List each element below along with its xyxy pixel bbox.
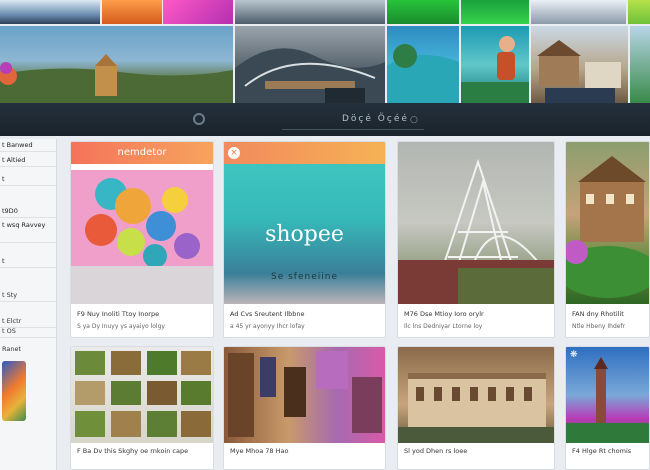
banner-tile[interactable] — [531, 0, 626, 24]
banner-tile-cathedral[interactable] — [235, 26, 385, 103]
sidebar-thumbnail[interactable] — [2, 361, 26, 421]
card-caption: Sl yod Dhen rs loee — [404, 447, 468, 455]
herbs-grid-illustration — [75, 351, 211, 437]
sidebar-item[interactable]: t9D0 — [0, 207, 56, 218]
figure-illustration — [461, 36, 529, 103]
panorama-illustration — [0, 54, 233, 103]
sculpture-illustration — [398, 158, 554, 304]
card-caption: M76 Dse Mtioy Ioro orylr — [404, 310, 484, 318]
card-meta: Ilc lns Dedniyar Ltorne loy — [404, 323, 483, 330]
card-header: × — [224, 142, 385, 164]
product-image[interactable] — [71, 347, 213, 443]
product-image[interactable] — [398, 347, 554, 443]
banner-tile-panorama[interactable] — [0, 26, 233, 103]
product-card[interactable]: nemdetor F9 Nuy Inoliti Ttoy Inorpe S ya… — [70, 141, 214, 338]
product-image[interactable] — [224, 347, 385, 443]
banner-tile-village[interactable] — [531, 26, 628, 103]
banner-tile-lake[interactable] — [387, 26, 459, 103]
banner-tile[interactable] — [628, 0, 650, 24]
product-image[interactable] — [71, 170, 213, 304]
search-text: Döçé Öçéé — [342, 114, 409, 124]
palace-illustration — [398, 373, 554, 443]
product-card[interactable]: × shopee Se sfeneiine Ad Cvs Sreutent Il… — [223, 141, 386, 338]
search-icon[interactable]: ○ — [410, 115, 418, 125]
cathedral-illustration — [235, 48, 385, 103]
banner-tile[interactable] — [235, 0, 385, 24]
product-image[interactable]: shopee Se sfeneiine — [224, 164, 385, 304]
banner-tile[interactable] — [102, 0, 162, 24]
shop-interior-illustration — [228, 351, 382, 437]
card-header: nemdetor — [71, 142, 213, 164]
yarn-balls-illustration — [71, 170, 213, 304]
card-meta: S ya Dy Inuyy ys ayaiyo lolgy — [77, 323, 165, 330]
product-image[interactable]: ❋ — [566, 347, 649, 443]
product-card[interactable]: Mye Mhoa 78 Hao — [223, 346, 386, 470]
lake-illustration — [387, 44, 459, 103]
sidebar-item[interactable]: Ranet — [0, 345, 56, 355]
card-caption: F4 Hlge Rt chomis — [572, 447, 632, 455]
village-illustration — [537, 40, 621, 103]
product-image[interactable] — [398, 142, 554, 304]
sidebar-item[interactable]: t Altied — [0, 156, 56, 167]
card-caption: F9 Nuy Inoliti Ttoy Inorpe — [77, 310, 160, 318]
top-navigation-bar: Döçé Öçéé ○ — [0, 103, 650, 136]
card-meta: a 45 yr ayonyy Ihcr lofay — [230, 323, 305, 330]
sidebar: t Banwed t Altied t t9D0 t wsq Ravvey t … — [0, 139, 57, 470]
card-caption: Mye Mhoa 78 Hao — [230, 447, 289, 455]
banner-tile[interactable] — [630, 26, 650, 103]
product-image[interactable] — [566, 142, 649, 304]
banner-tile[interactable] — [0, 0, 100, 24]
sidebar-item[interactable]: t — [0, 257, 56, 268]
product-card[interactable]: FAN dny Rhotilit Ntle Hbeny Ihdefr — [565, 141, 650, 338]
banner-tile[interactable] — [387, 0, 459, 24]
page: { "topbar": { "nav_label": "", "search_t… — [0, 0, 650, 470]
sidebar-item[interactable]: t OS — [0, 327, 56, 338]
product-card[interactable]: ❋ F4 Hlge Rt chomis — [565, 346, 650, 470]
search-input[interactable]: Döçé Öçéé ○ — [282, 109, 424, 130]
logo-icon[interactable] — [193, 113, 205, 125]
card-caption: F Ba Dv this Skghy oe rnkoin cape — [77, 447, 189, 455]
card-caption: Ad Cvs Sreutent Ilbbne — [230, 310, 305, 318]
product-card[interactable]: Sl yod Dhen rs loee — [397, 346, 555, 470]
close-icon[interactable]: × — [228, 147, 240, 159]
banner-tile[interactable] — [163, 0, 233, 24]
card-header-label: nemdetor — [117, 147, 167, 158]
product-card[interactable]: F Ba Dv this Skghy oe rnkoin cape — [70, 346, 214, 470]
brand-logo-text: shopee — [265, 222, 344, 247]
asterisk-icon: ❋ — [570, 350, 578, 360]
sidebar-item[interactable]: t Sty — [0, 291, 56, 302]
sidebar-item[interactable]: t — [0, 175, 56, 186]
hero-banner-mosaic — [0, 0, 650, 103]
banner-tile[interactable] — [461, 0, 529, 24]
brand-subtitle: Se sfeneiine — [271, 272, 338, 282]
sidebar-item[interactable]: t Banwed — [0, 141, 56, 152]
sidebar-item[interactable]: t wsq Ravvey — [0, 221, 56, 243]
card-caption: FAN dny Rhotilit — [572, 310, 624, 318]
tower-illustration: ❋ — [566, 350, 649, 443]
card-meta: Ntle Hbeny Ihdefr — [572, 323, 626, 330]
banner-tile-figure[interactable] — [461, 26, 529, 103]
product-card[interactable]: M76 Dse Mtioy Ioro orylr Ilc lns Dedniya… — [397, 141, 555, 338]
village-garden-illustration — [566, 156, 649, 298]
